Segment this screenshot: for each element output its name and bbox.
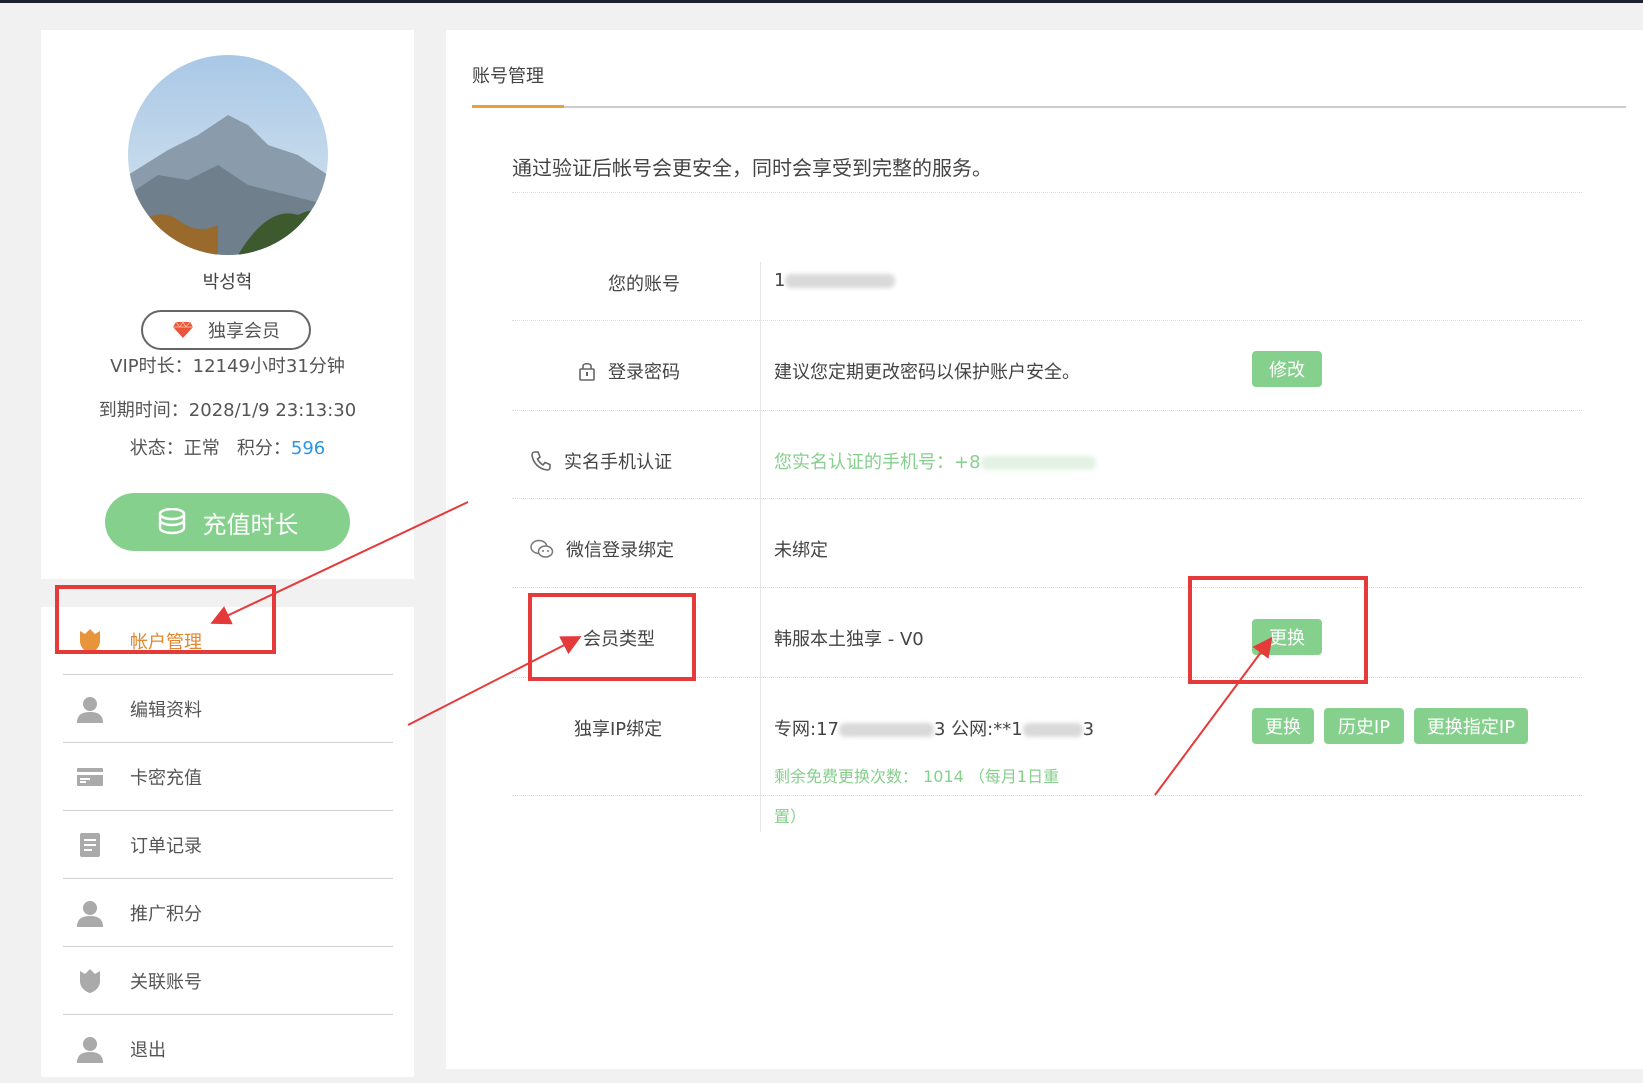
menu-item-label: 订单记录	[130, 835, 202, 857]
tab-active-indicator	[472, 105, 564, 108]
shield-icon	[75, 966, 105, 996]
blurred-text	[785, 274, 896, 288]
menu-item-label: 推广积分	[130, 903, 202, 925]
status-text: 状态：正常 积分：	[129, 438, 291, 459]
member-type-value: 韩服本土独享 - V0	[774, 629, 924, 650]
wechat-icon	[530, 539, 554, 558]
vip-badge: 独享会员	[141, 310, 311, 350]
ip-public-suffix: 3	[1082, 719, 1095, 740]
blurred-text	[838, 723, 934, 737]
menu-item-label: 卡密充值	[130, 767, 202, 789]
remaining-count: 1014	[923, 767, 964, 786]
status-points: 状态：正常 积分：596	[41, 434, 414, 460]
change-password-button[interactable]: 修改	[1252, 351, 1322, 387]
ip-binding-value: 专网:17 3 公网:**1 3	[774, 715, 1094, 741]
blurred-text	[980, 456, 1096, 470]
ip-public-text: 3 公网:**1	[933, 719, 1023, 740]
divider	[512, 320, 1582, 321]
phone-label: 实名手机认证	[564, 452, 672, 473]
username: 박성혁	[202, 272, 253, 293]
phone-value-text: 您实名认证的手机号：+8	[774, 452, 981, 473]
annotation-box-member-type	[528, 593, 696, 681]
wechat-value: 未绑定	[774, 540, 828, 561]
recharge-button-label: 充值时长	[202, 510, 299, 539]
avatar[interactable]	[128, 55, 328, 255]
user-icon	[75, 694, 105, 724]
divider	[512, 192, 1582, 193]
account-value: 1	[774, 270, 896, 291]
remaining-note: （每月1日重	[968, 767, 1060, 786]
vip-badge-label: 独享会员	[208, 321, 280, 342]
divider	[512, 587, 1582, 588]
menu-item-label: 编辑资料	[130, 699, 202, 721]
main-panel: 账号管理 通过验证后帐号会更安全，同时会享受到完整的服务。 您的账号 1 登录密…	[446, 30, 1643, 1069]
change-specific-ip-button[interactable]: 更换指定IP	[1414, 708, 1528, 744]
points-value[interactable]: 596	[291, 438, 325, 459]
lock-icon	[579, 362, 595, 381]
side-menu: 帐户管理 编辑资料 卡密充值 订单记录 推广积分 关联账号 退出	[41, 607, 414, 1077]
expiry-time: 到期时间：2028/1/9 23:13:30	[98, 400, 357, 421]
menu-item-card-recharge[interactable]: 卡密充值	[63, 743, 393, 811]
change-ip-button[interactable]: 更换	[1252, 708, 1314, 744]
ip-private-text: 专网:17	[774, 719, 839, 740]
password-hint: 建议您定期更改密码以保护账户安全。	[774, 362, 1080, 383]
divider	[512, 498, 1582, 499]
top-bar	[0, 0, 1643, 3]
phone-value: 您实名认证的手机号：+8	[774, 448, 1096, 474]
tab-account-management[interactable]: 账号管理	[472, 62, 544, 88]
ip-history-button[interactable]: 历史IP	[1324, 708, 1404, 744]
menu-item-order-records[interactable]: 订单记录	[63, 811, 393, 879]
ip-binding-label: 独享IP绑定	[574, 719, 663, 740]
annotation-box-account-menu	[55, 585, 276, 654]
menu-item-label: 退出	[130, 1040, 166, 1061]
profile-card: 박성혁 独享会员 VIP时长：12149小时31分钟 到期时间：2028/1/9…	[41, 30, 414, 579]
card-icon	[75, 762, 105, 792]
column-separator	[760, 262, 761, 832]
blurred-text	[1022, 723, 1083, 737]
annotation-box-change-button	[1188, 576, 1368, 684]
user-icon	[75, 1034, 105, 1064]
account-value-text: 1	[774, 270, 786, 291]
user-icon	[75, 898, 105, 928]
remaining-changes: 剩余免费更换次数： 1014 （每月1日重 置）	[774, 757, 1074, 837]
wechat-label: 微信登录绑定	[566, 540, 674, 561]
password-label: 登录密码	[608, 362, 680, 383]
account-label: 您的账号	[608, 274, 680, 295]
menu-item-linked-accounts[interactable]: 关联账号	[63, 947, 393, 1015]
menu-item-label: 关联账号	[130, 971, 202, 993]
document-icon	[75, 830, 105, 860]
coins-icon	[158, 508, 185, 535]
remaining-label: 剩余免费更换次数：	[774, 767, 919, 786]
recharge-button[interactable]: 充值时长	[105, 493, 350, 551]
password-row-label: 登录密码	[578, 358, 680, 384]
tab-underline	[472, 106, 1626, 108]
menu-item-logout[interactable]: 退出	[63, 1015, 393, 1083]
menu-item-referral-points[interactable]: 推广积分	[63, 879, 393, 947]
divider	[512, 410, 1582, 411]
security-notice: 通过验证后帐号会更安全，同时会享受到完整的服务。	[512, 156, 992, 180]
phone-icon	[531, 451, 551, 471]
remaining-note-end: 置）	[774, 807, 807, 826]
vip-duration: VIP时长：12149小时31分钟	[110, 356, 345, 377]
menu-item-edit-profile[interactable]: 编辑资料	[63, 675, 393, 743]
divider	[512, 795, 1582, 796]
diamond-icon	[173, 321, 193, 338]
wechat-row-label: 微信登录绑定	[530, 536, 674, 562]
phone-row-label: 实名手机认证	[530, 448, 672, 474]
